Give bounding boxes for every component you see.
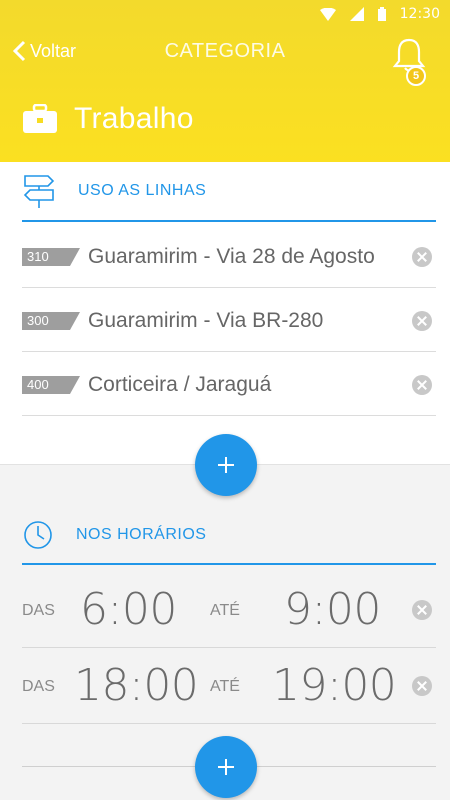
line-number-badge: 310	[22, 247, 80, 266]
line-name: Guaramirim - Via BR-280	[88, 308, 324, 332]
line-number-badge: 400	[22, 375, 80, 394]
category-label: Trabalho	[74, 102, 194, 135]
lines-section: USO AS LINHAS 310 Guaramirim - Via 28 de…	[0, 162, 450, 465]
line-name: Corticeira / Jaraguá	[88, 372, 272, 396]
signal-icon	[349, 7, 364, 21]
nav-bar: Voltar CATEGORIA 5	[0, 30, 450, 86]
wifi-icon	[319, 7, 336, 21]
from-label: DAS	[22, 678, 55, 695]
from-time[interactable]: 18:00	[74, 660, 199, 711]
from-time[interactable]: 6:00	[80, 584, 177, 635]
hours-section-title: NOS HORÁRIOS	[76, 526, 207, 543]
clock-icon	[24, 521, 52, 549]
add-line-button[interactable]	[195, 434, 257, 496]
remove-icon[interactable]	[412, 246, 432, 267]
signpost-icon	[23, 175, 55, 208]
list-item[interactable]: 400 Corticeira / Jaraguá	[22, 354, 436, 416]
status-time: 12:30	[399, 6, 440, 22]
category-header: Trabalho	[22, 102, 194, 136]
remove-icon[interactable]	[412, 675, 432, 696]
lines-section-title: USO AS LINHAS	[78, 182, 207, 199]
battery-icon	[377, 7, 386, 21]
hours-section-header: NOS HORÁRIOS	[22, 507, 436, 565]
to-label: ATÉ	[210, 602, 240, 619]
list-item[interactable]: 310 Guaramirim - Via 28 de Agosto	[22, 226, 436, 288]
line-number-badge: 300	[22, 311, 80, 330]
to-label: ATÉ	[210, 678, 240, 695]
list-item[interactable]: 300 Guaramirim - Via BR-280	[22, 290, 436, 352]
hour-range-row[interactable]: DAS 6:00 ATÉ 9:00	[22, 572, 436, 648]
briefcase-icon	[23, 104, 57, 133]
header: 12:30 Voltar CATEGORIA 5 Trabalho	[0, 0, 450, 162]
to-time[interactable]: 19:00	[272, 660, 397, 711]
remove-icon[interactable]	[412, 374, 432, 395]
add-hour-button[interactable]	[195, 736, 257, 798]
notification-badge: 5	[406, 66, 426, 86]
remove-icon[interactable]	[412, 599, 432, 620]
page-title: CATEGORIA	[164, 40, 286, 62]
line-name: Guaramirim - Via 28 de Agosto	[88, 244, 375, 268]
from-label: DAS	[22, 602, 55, 619]
hour-range-row[interactable]: DAS 18:00 ATÉ 19:00	[22, 648, 436, 724]
status-bar: 12:30	[0, 0, 450, 30]
to-time[interactable]: 9:00	[284, 584, 381, 635]
remove-icon[interactable]	[412, 310, 432, 331]
lines-section-header: USO AS LINHAS	[22, 162, 436, 222]
